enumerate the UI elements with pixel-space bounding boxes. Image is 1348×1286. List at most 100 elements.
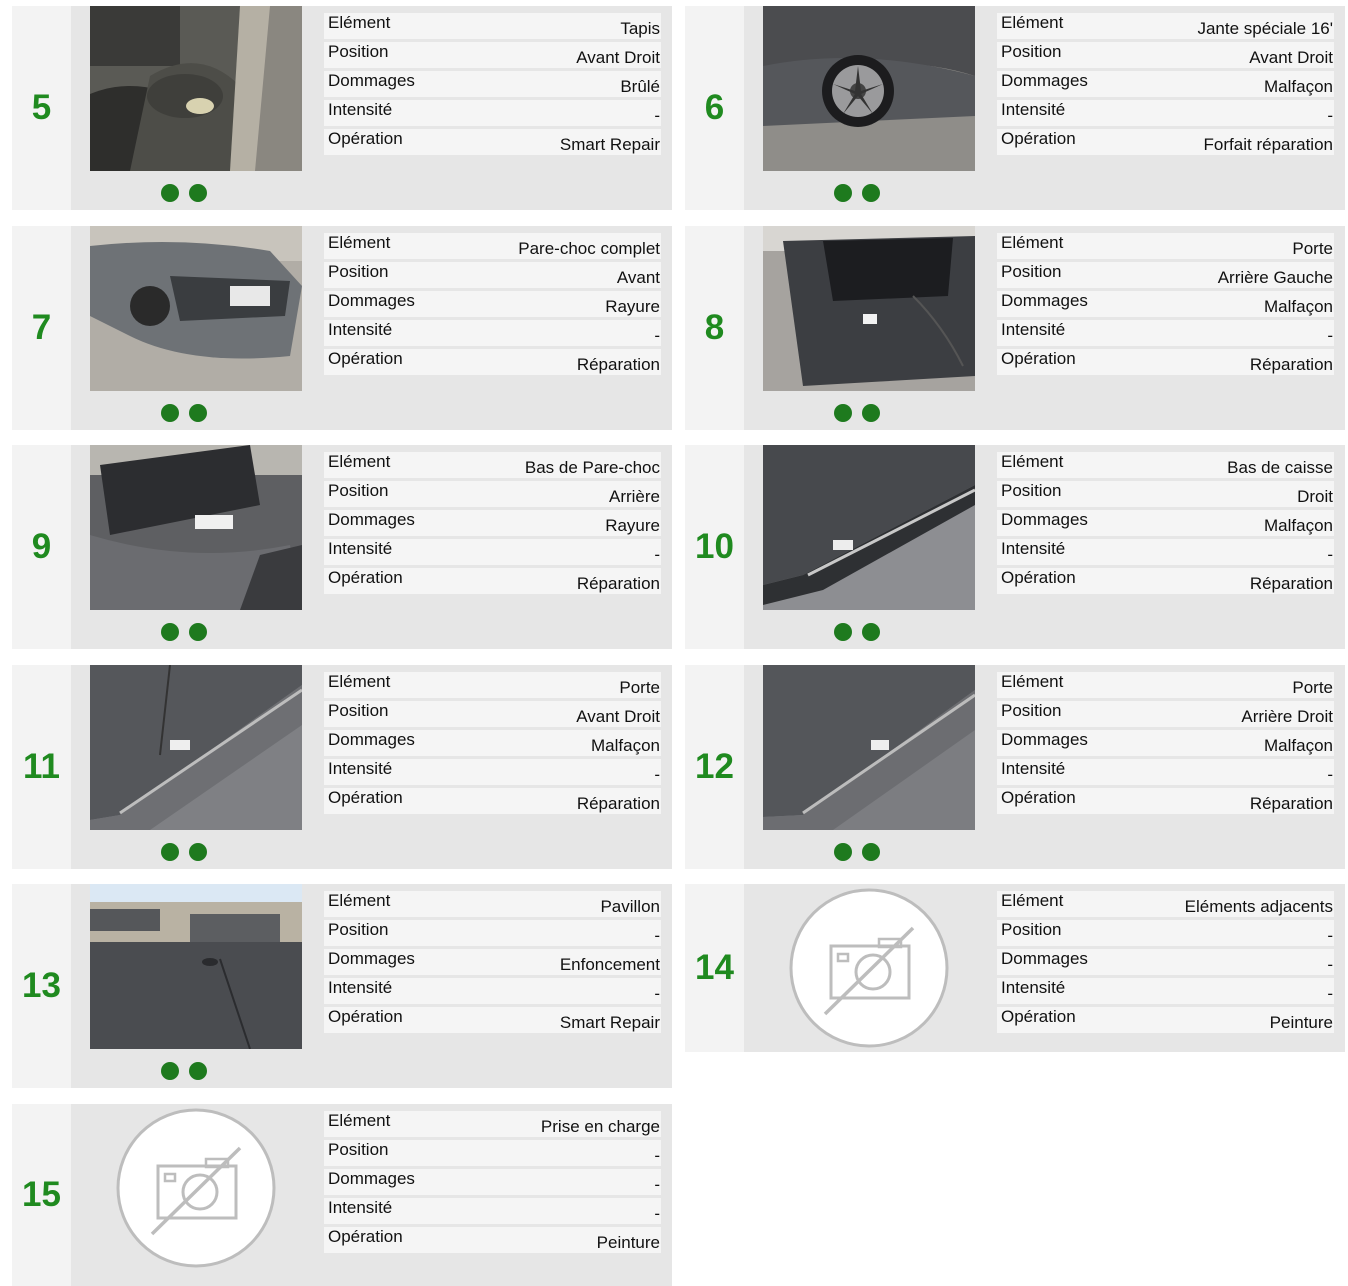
pager-dot[interactable] [862,623,880,641]
photo-pager-dots [834,404,880,422]
detail-value: Brûlé [483,71,661,97]
detail-value: - [469,1198,661,1224]
pager-dot[interactable] [834,843,852,861]
detail-label: Elément [324,1111,470,1137]
detail-value: Malfaçon [1144,291,1334,317]
detail-label: Dommages [997,291,1145,317]
detail-value: Peinture [469,1227,661,1253]
pager-dot[interactable] [862,184,880,202]
detail-value: - [458,539,661,565]
detail-value: Réparation [1151,568,1334,594]
detail-value: Bas de caisse [1151,452,1334,478]
detail-label: Position [324,920,484,946]
car-roof-photo[interactable] [90,884,302,1049]
detail-row-operation: Opération Peinture [997,1007,1334,1033]
detail-row-element: Elément Porte [324,672,661,698]
detail-value: Peinture [1124,1007,1334,1033]
detail-label: Elément [324,233,456,259]
detail-label: Position [997,42,1132,68]
pager-dot[interactable] [161,184,179,202]
detail-row-operation: Opération Smart Repair [324,1007,661,1033]
detail-label: Intensité [324,100,484,126]
detail-label: Dommages [324,291,456,317]
left-margin [0,0,12,1286]
detail-label: Opération [997,129,1132,155]
detail-row-element: Elément Jante spéciale 16' [997,13,1334,39]
detail-label: Intensité [324,759,499,785]
detail-value: Réparation [1163,788,1334,814]
detail-row-dommages: Dommages Enfoncement [324,949,661,975]
detail-row-intensite: Intensité - [324,320,661,346]
damage-card: 13 Elément Pavillon Position - Dommages Enfonc… [12,884,672,1088]
damage-details-table: Elément Pare-choc complet Position Avant Dom… [324,230,661,378]
pager-dot[interactable] [189,843,207,861]
detail-row-operation: Opération Réparation [997,788,1334,814]
car-rear-bumper-photo[interactable] [90,445,302,610]
pager-dot[interactable] [161,404,179,422]
detail-row-intensite: Intensité - [324,539,661,565]
detail-row-intensite: Intensité - [324,1198,661,1224]
car-front-door-photo[interactable] [90,665,302,830]
detail-value: Jante spéciale 16' [1131,13,1334,39]
photo-pager-dots [834,623,880,641]
pager-dot[interactable] [161,1062,179,1080]
pager-dot[interactable] [834,404,852,422]
damage-details-table: Elément Bas de caisse Position Droit Dommage… [997,449,1334,597]
detail-row-position: Position - [997,920,1334,946]
pager-dot[interactable] [189,623,207,641]
detail-label: Dommages [324,949,484,975]
pager-dot[interactable] [834,623,852,641]
pager-dot[interactable] [862,843,880,861]
detail-row-operation: Opération Réparation [324,568,661,594]
car-interior-floor-photo[interactable] [90,6,302,171]
car-wheel-photo[interactable] [763,6,975,171]
detail-row-element: Elément Pare-choc complet [324,233,661,259]
detail-label: Elément [324,452,459,478]
detail-label: Elément [997,672,1164,698]
detail-value: - [483,920,661,946]
pager-dot[interactable] [161,843,179,861]
pager-dot[interactable] [161,623,179,641]
detail-row-element: Elément Bas de Pare-choc [324,452,661,478]
car-rear-door-photo[interactable] [763,226,975,391]
detail-label: Intensité [324,539,459,565]
damage-number: 7 [12,226,71,430]
pager-dot[interactable] [834,184,852,202]
damage-details-table: Elément Eléments adjacents Position - Dommag… [997,888,1334,1036]
car-front-bumper-photo[interactable] [90,226,302,391]
detail-row-position: Position Avant [324,262,661,288]
pager-dot[interactable] [862,404,880,422]
photo-pager-dots [161,404,207,422]
damage-number: 13 [12,884,71,1088]
detail-label: Intensité [324,320,456,346]
detail-row-intensite: Intensité - [324,978,661,1004]
detail-value: Eléments adjacents [1124,891,1334,917]
damage-details-table: Elément Pavillon Position - Dommages Enfoncem… [324,888,661,1036]
pager-dot[interactable] [189,1062,207,1080]
car-sill-photo[interactable] [763,445,975,610]
detail-label: Intensité [997,759,1164,785]
detail-value: Bas de Pare-choc [458,452,661,478]
detail-row-dommages: Dommages Malfaçon [324,730,661,756]
pager-dot[interactable] [189,184,207,202]
detail-value: Arrière Gauche [1144,262,1334,288]
detail-label: Opération [324,349,456,375]
damage-details-table: Elément Bas de Pare-choc Position Arrière Do… [324,449,661,597]
detail-row-dommages: Dommages Malfaçon [997,71,1334,97]
damage-card: 12 Elément Porte Position Arrière Droit Domma… [685,665,1345,869]
photo-pager-dots [161,1062,207,1080]
detail-value: Forfait réparation [1131,129,1334,155]
damage-card: 7 Elément Pare-choc complet Position Avant Do… [12,226,672,430]
detail-label: Intensité [997,100,1132,126]
photo-pager-dots [161,623,207,641]
detail-label: Opération [997,568,1152,594]
detail-row-operation: Opération Réparation [997,568,1334,594]
pager-dot[interactable] [189,404,207,422]
damage-number: 9 [12,445,71,649]
detail-value: Smart Repair [483,129,661,155]
detail-label: Elément [324,891,484,917]
detail-value: Tapis [483,13,661,39]
detail-row-operation: Opération Peinture [324,1227,661,1253]
detail-row-position: Position Arrière Droit [997,701,1334,727]
car-rear-right-door-photo[interactable] [763,665,975,830]
